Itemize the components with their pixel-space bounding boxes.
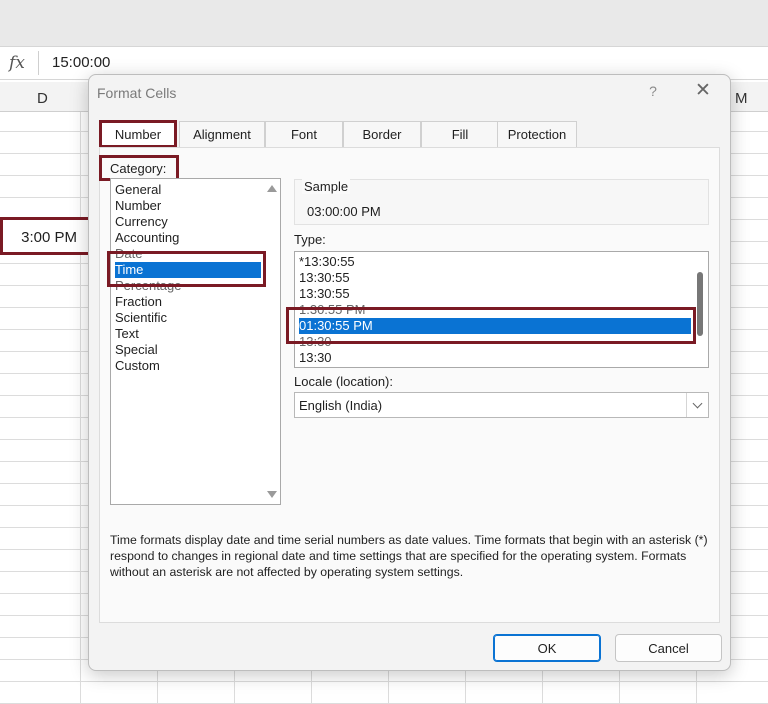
category-scrollbar[interactable] [264,179,280,504]
dialog-title: Format Cells [97,85,177,101]
category-item-scientific[interactable]: Scientific [115,310,261,326]
type-item[interactable]: 13:30:55 [299,270,691,286]
active-cell[interactable]: 3:00 PM [0,217,92,255]
active-cell-value: 3:00 PM [21,229,77,246]
tab-fill[interactable]: Fill [421,121,499,147]
format-description: Time formats display date and time seria… [110,533,708,579]
help-icon[interactable]: ? [643,83,663,103]
column-header-d[interactable]: D [37,90,48,107]
category-item-accounting[interactable]: Accounting [115,230,261,246]
type-item[interactable]: 13:30:55 [299,286,691,302]
tab-protection[interactable]: Protection [497,121,577,147]
type-item-selected[interactable]: 01:30:55 PM [299,318,691,334]
category-item-fraction[interactable]: Fraction [115,294,261,310]
scroll-up-arrow-icon[interactable] [267,185,277,192]
category-item-text[interactable]: Text [115,326,261,342]
type-scrollbar-thumb[interactable] [697,272,703,336]
tab-font[interactable]: Font [265,121,343,147]
category-item-special[interactable]: Special [115,342,261,358]
ok-button[interactable]: OK [493,634,601,662]
category-item-time[interactable]: Time [115,262,261,278]
category-item-custom[interactable]: Custom [115,358,261,374]
type-item[interactable]: 13:30 [299,334,691,350]
column-header-m[interactable]: M [735,90,748,107]
tab-number[interactable]: Number [99,120,177,148]
tab-border[interactable]: Border [343,121,421,147]
scroll-down-arrow-icon[interactable] [267,491,277,498]
category-item-currency[interactable]: Currency [115,214,261,230]
type-item[interactable]: 13:30 [299,350,691,366]
sample-value: 03:00:00 PM [307,204,381,219]
category-item-percentage[interactable]: Percentage [115,278,261,294]
category-listbox[interactable]: General Number Currency Accounting Date … [110,178,281,505]
format-cells-dialog: Format Cells ? ✕ Number Alignment Font B… [88,74,731,671]
fx-icon[interactable]: fx [0,47,34,79]
ribbon-area [0,0,768,46]
sample-label: Sample [302,179,351,194]
category-item-general[interactable]: General [115,182,261,198]
type-item[interactable]: *13:30:55 [299,254,691,270]
formula-divider [38,51,39,75]
locale-value: English (India) [299,397,383,413]
category-item-number[interactable]: Number [115,198,261,214]
close-icon[interactable]: ✕ [691,79,715,103]
type-listbox[interactable]: *13:30:55 13:30:55 13:30:55 1:30:55 PM 0… [294,251,709,368]
locale-label: Locale (location): [294,374,393,389]
tab-alignment[interactable]: Alignment [179,121,265,147]
category-item-date[interactable]: Date [115,246,261,262]
formula-input[interactable]: 15:00:00 [52,54,110,71]
chevron-down-icon[interactable] [686,393,708,417]
cancel-button[interactable]: Cancel [615,634,722,662]
locale-select[interactable]: English (India) [294,392,709,418]
type-item[interactable]: 1:30:55 PM [299,302,691,318]
type-label: Type: [294,232,326,247]
